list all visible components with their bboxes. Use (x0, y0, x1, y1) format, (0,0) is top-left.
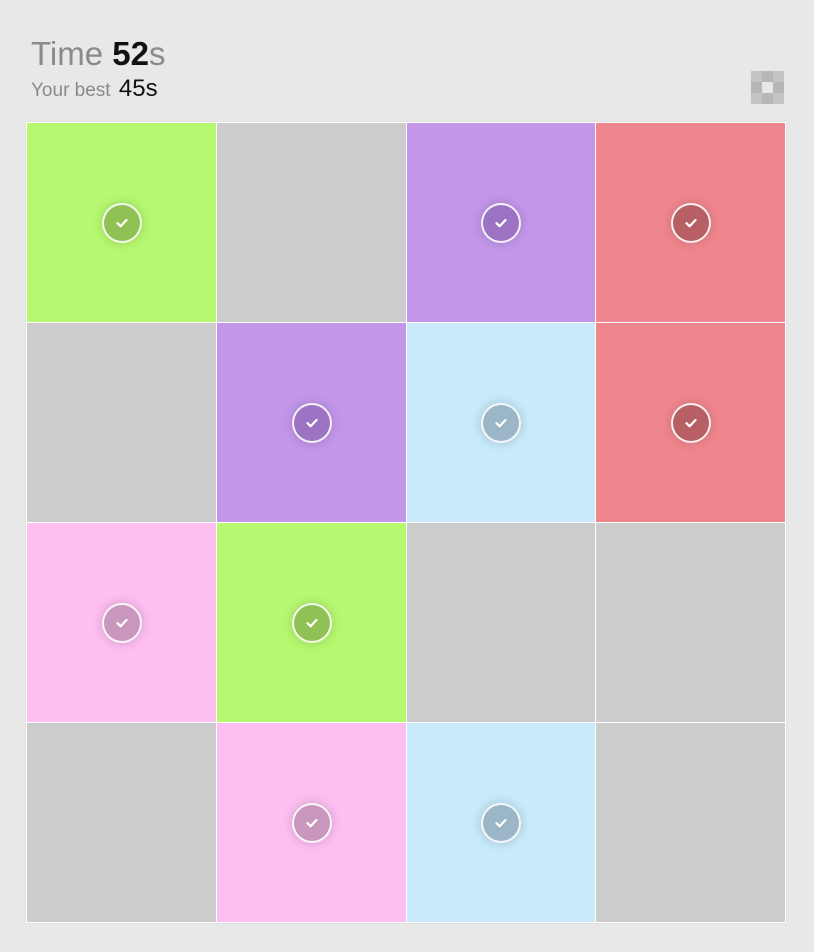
tile-blue[interactable] (407, 323, 595, 522)
best-score: Your best 45s (31, 76, 166, 104)
checkmark-icon (101, 202, 142, 243)
tile-gray[interactable] (596, 723, 785, 922)
tile-gray[interactable] (27, 323, 216, 522)
tile-pink[interactable] (217, 723, 406, 922)
menu-square (773, 82, 784, 93)
tile-green[interactable] (217, 523, 406, 722)
tile-green[interactable] (27, 123, 216, 322)
tile-red[interactable] (596, 123, 785, 322)
menu-square (773, 93, 784, 104)
checkmark-icon (101, 602, 142, 643)
checkmark-icon (481, 202, 521, 243)
menu-square (751, 82, 762, 93)
tile-gray[interactable] (407, 523, 595, 722)
tile-blue[interactable] (407, 723, 595, 922)
menu-square (762, 93, 773, 104)
time-label: Time (31, 35, 104, 72)
checkmark-icon (291, 602, 332, 643)
checkmark-icon (670, 402, 711, 443)
checkmark-icon (481, 402, 521, 443)
tile-purple[interactable] (217, 323, 406, 522)
menu-square (762, 71, 773, 82)
tile-gray[interactable] (27, 723, 216, 922)
score-header: Time 52s Your best 45s (31, 34, 166, 104)
checkmark-icon (291, 802, 332, 843)
time-value: 52 (112, 35, 149, 72)
grid-menu-icon[interactable] (751, 71, 784, 104)
timer: Time 52s (31, 34, 166, 74)
menu-square (751, 71, 762, 82)
best-label: Your best (31, 80, 111, 101)
tile-gray[interactable] (596, 523, 785, 722)
tile-purple[interactable] (407, 123, 595, 322)
checkmark-icon (670, 202, 711, 243)
tile-pink[interactable] (27, 523, 216, 722)
tile-red[interactable] (596, 323, 785, 522)
grid-menu-icon-graphic (751, 71, 784, 104)
checkmark-icon (481, 802, 521, 843)
menu-square (773, 71, 784, 82)
checkmark-icon (291, 402, 332, 443)
tile-gray[interactable] (217, 123, 406, 322)
menu-square (751, 93, 762, 104)
game-board (26, 122, 786, 923)
best-value: 45s (118, 75, 158, 102)
time-unit: s (149, 35, 166, 72)
